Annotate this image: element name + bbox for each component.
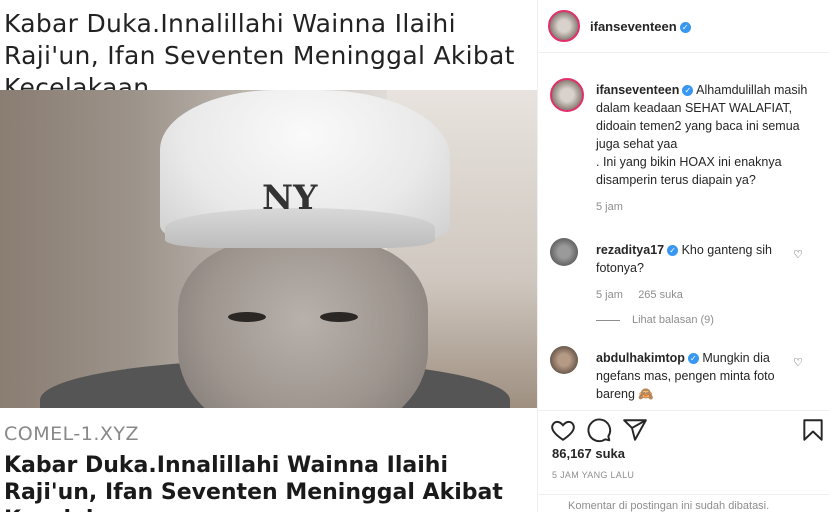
view-replies-label[interactable]: Lihat balasan (9) [632, 314, 714, 326]
caption-avatar[interactable] [550, 78, 584, 112]
caption-text: ifanseventeen ✓ Alhamdulillah masih dalam… [596, 81, 821, 216]
post-header: ifanseventeen ✓ [538, 0, 829, 53]
divider [538, 494, 829, 495]
comments-list[interactable]: ifanseventeen ✓ Alhamdulillah masih dalam… [538, 54, 829, 410]
right-eye-shape [320, 312, 358, 322]
left-eye-shape [228, 312, 266, 322]
portrait-photo: NY [0, 90, 537, 408]
action-bar [538, 410, 829, 450]
comment-like-heart-icon[interactable]: ♡ [793, 248, 803, 261]
comment-username[interactable]: rezaditya17 [596, 243, 664, 257]
heart-icon[interactable] [550, 417, 576, 443]
caption-username[interactable]: ifanseventeen [596, 83, 679, 97]
verified-badge-icon: ✓ [687, 353, 699, 364]
comment-username[interactable]: abdulhakimtop [596, 351, 685, 365]
comment-time: 5 jam [596, 289, 623, 301]
post-image: Kabar Duka.Innalillahi Wainna Ilaihi Raj… [0, 0, 537, 512]
instagram-panel: ifanseventeen ✓ ifanseventeen ✓ Alhamdulil… [537, 0, 829, 512]
avatar[interactable] [548, 10, 580, 42]
comment-text: rezaditya17 ✓ Kho ganteng sih fotonya? 5 … [596, 241, 796, 304]
source-domain: COMEL-1.XYZ [4, 423, 139, 445]
verified-badge-icon: ✓ [679, 21, 691, 33]
headline-bottom: Kabar Duka.Innalillahi Wainna Ilaihi Raj… [4, 453, 503, 512]
caption-body-2: . Ini yang bikin HOAX ini enaknya disamp… [596, 155, 782, 187]
face-shape [178, 240, 428, 408]
header-username-text[interactable]: ifanseventeen [590, 19, 677, 34]
likes-count[interactable]: 86,167 suka [552, 446, 625, 461]
comment-icon[interactable] [586, 417, 612, 443]
comment-likes[interactable]: 265 suka [638, 289, 683, 301]
caption-time: 5 jam [596, 201, 623, 213]
cap-logo: NY [262, 178, 318, 218]
view-replies-button[interactable]: Lihat balasan (9) [596, 314, 714, 326]
verified-badge-icon: ✓ [682, 85, 694, 96]
comment-text: abdulhakimtop ✓ Mungkin dia ngefans mas, … [596, 349, 796, 403]
comment-avatar[interactable] [550, 346, 578, 374]
comment-meta: 5 jam 265 suka [596, 286, 796, 304]
bookmark-icon[interactable] [800, 417, 826, 443]
comment-like-heart-icon[interactable]: ♡ [793, 356, 803, 369]
comments-disabled-note: Komentar di postingan ini sudah dibatasi… [568, 500, 770, 512]
comment-avatar[interactable] [550, 238, 578, 266]
share-icon[interactable] [622, 417, 648, 443]
replies-line-divider [596, 319, 620, 321]
verified-badge-icon: ✓ [667, 245, 679, 256]
post-time: 5 JAM YANG LALU [552, 470, 635, 480]
header-username[interactable]: ifanseventeen ✓ [590, 19, 691, 34]
